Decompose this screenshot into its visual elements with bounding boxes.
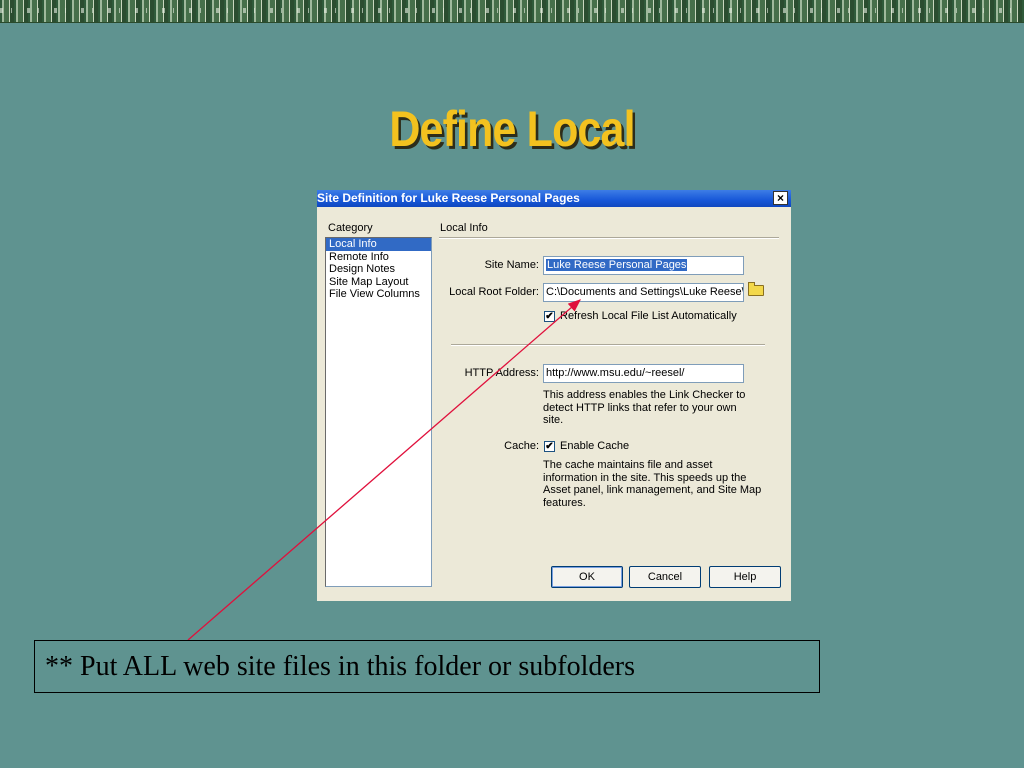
annotation-arrow-line — [187, 299, 581, 641]
annotation-callout: ** Put ALL web site files in this folder… — [34, 640, 820, 693]
